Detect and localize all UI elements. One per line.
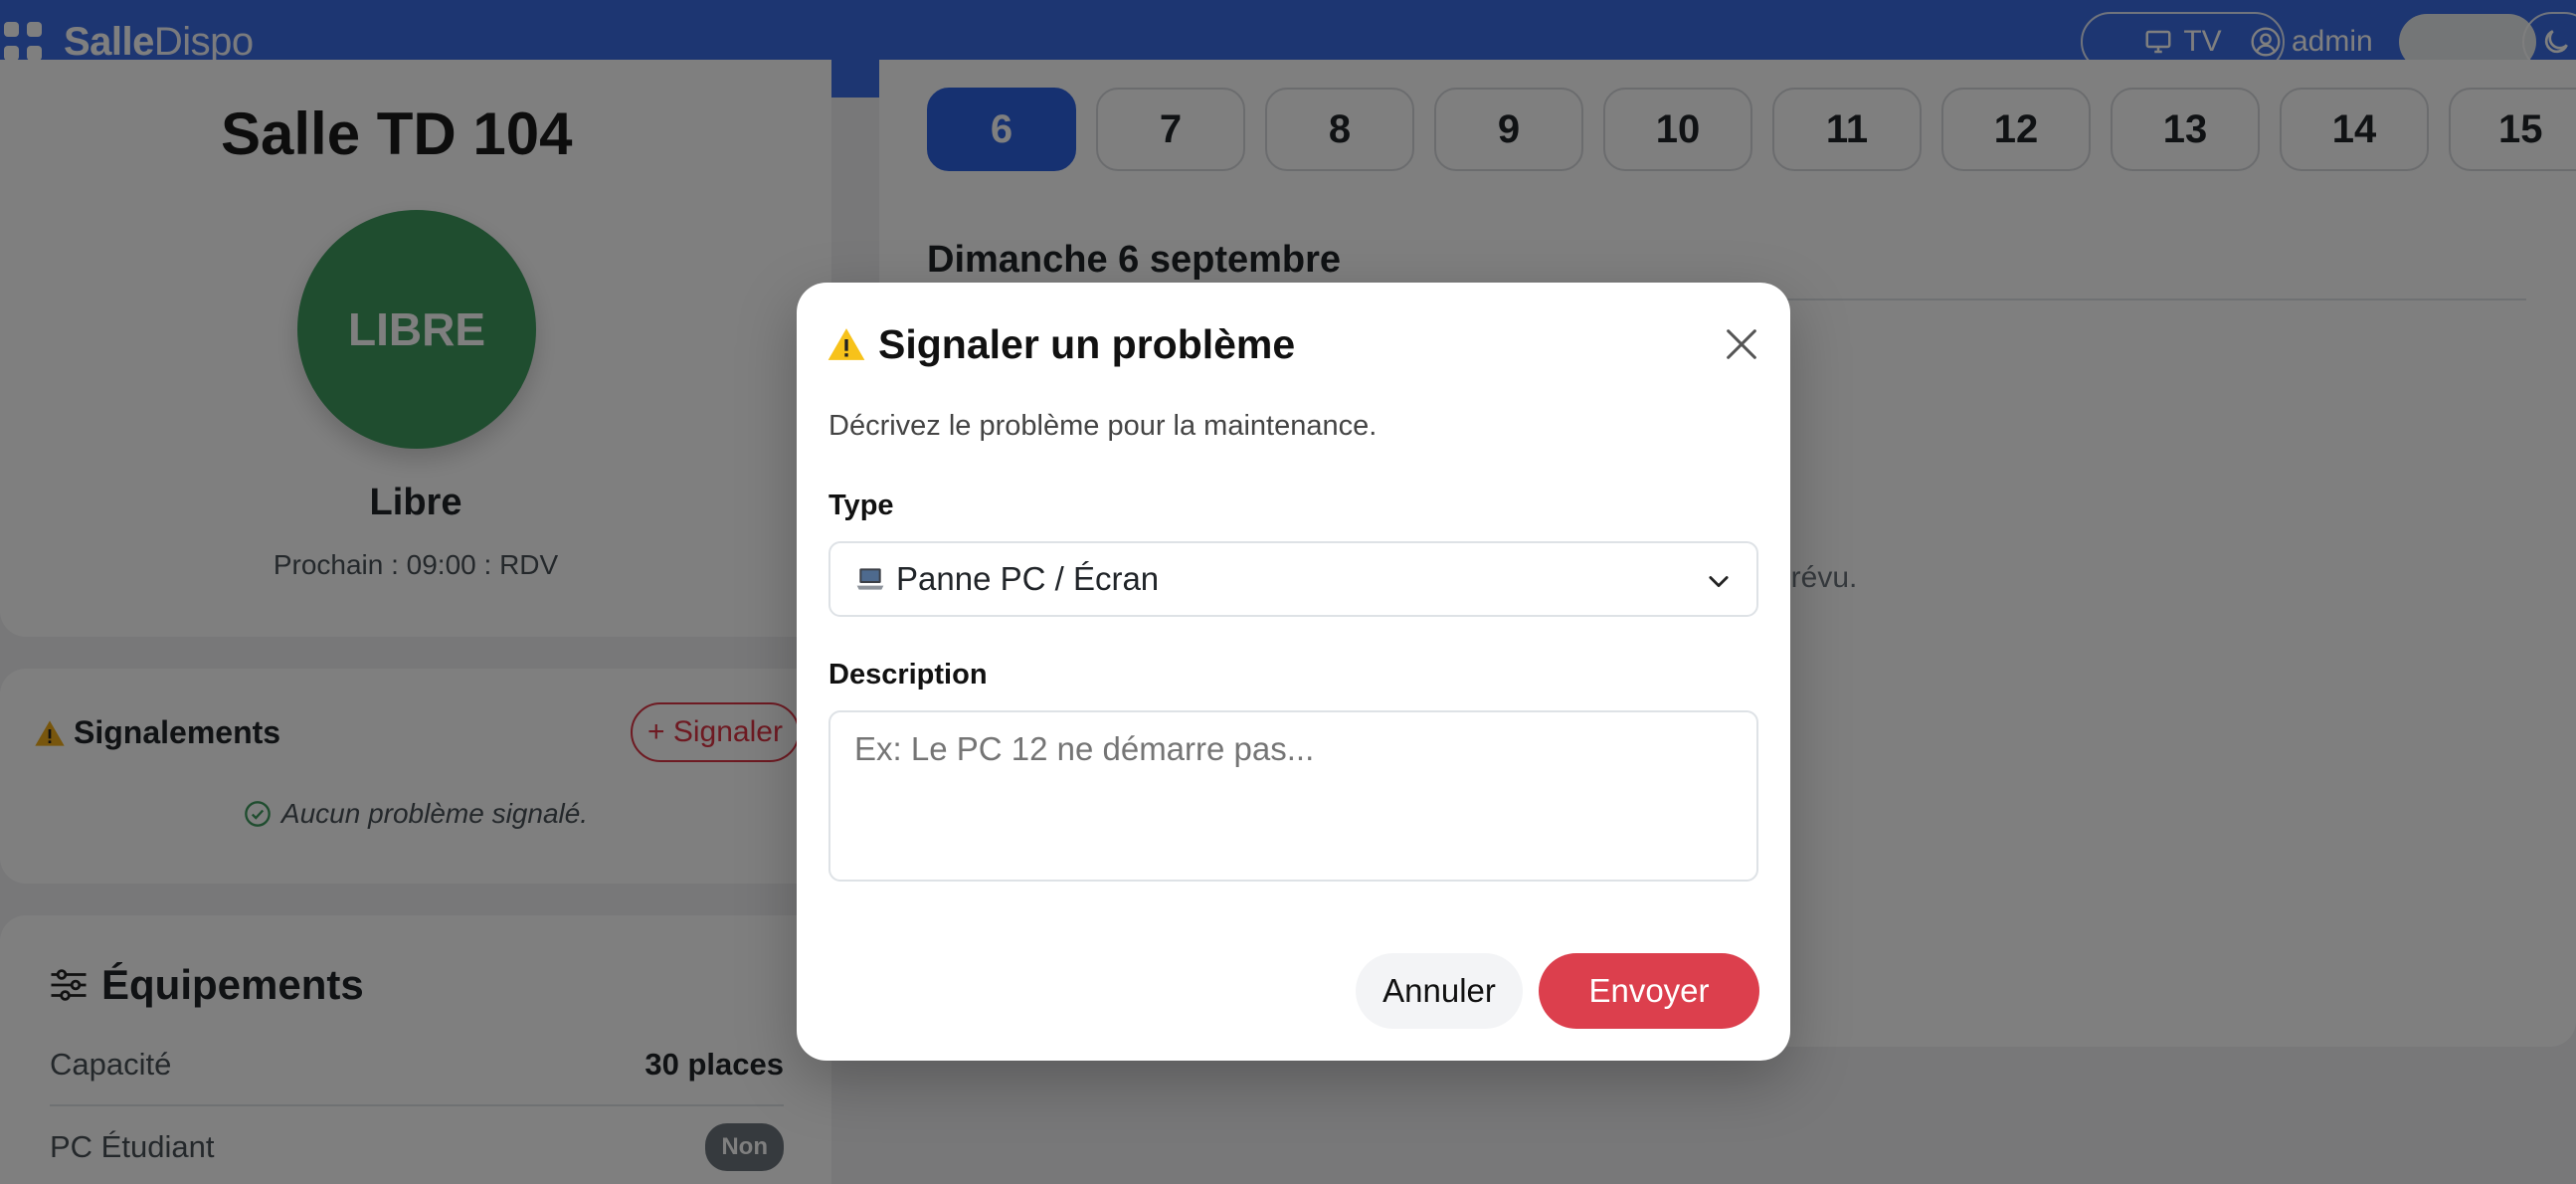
description-textarea[interactable] [828, 710, 1758, 882]
cancel-button[interactable]: Annuler [1356, 953, 1523, 1029]
modal-title-text: Signaler un problème [878, 320, 1296, 367]
type-label: Type [828, 490, 894, 521]
type-select-value: Panne PC / Écran [896, 560, 1160, 597]
description-label: Description [828, 659, 988, 691]
report-problem-modal: Signaler un problème Décrivez le problèm… [797, 283, 1790, 1061]
close-button[interactable] [1720, 322, 1763, 366]
type-select[interactable]: Panne PC / Écran [828, 541, 1758, 617]
close-icon [1727, 329, 1756, 359]
chevron-down-icon [1709, 576, 1729, 588]
warning-icon [828, 328, 865, 360]
modal-title: Signaler un problème [827, 320, 1295, 368]
modal-description: Décrivez le problème pour la maintenance… [828, 410, 1378, 442]
send-button[interactable]: Envoyer [1539, 953, 1759, 1029]
laptop-icon [856, 568, 884, 590]
